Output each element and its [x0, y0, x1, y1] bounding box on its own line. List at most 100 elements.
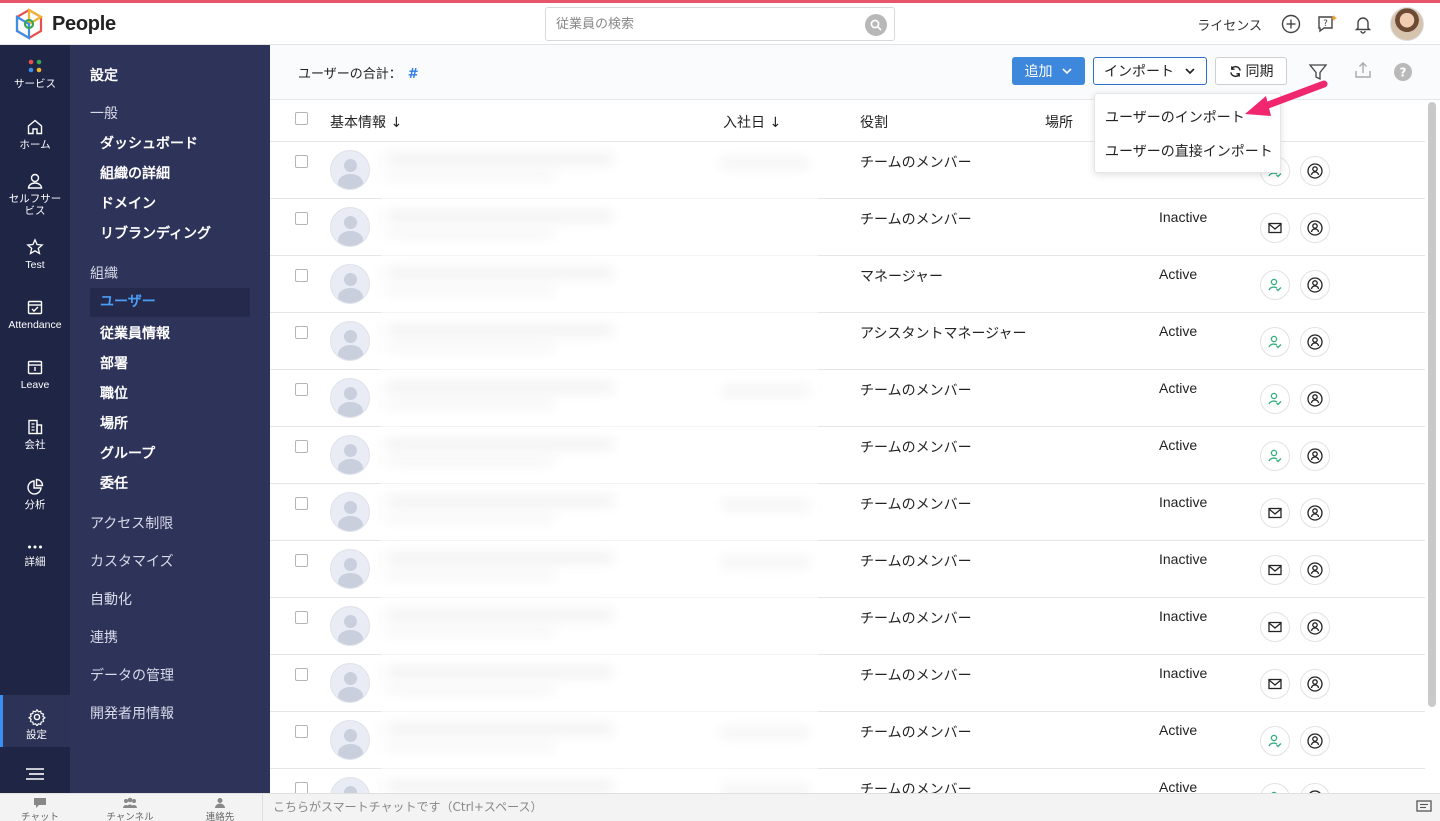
rail-item-attendance[interactable]: Attendance [0, 298, 70, 331]
section-automation[interactable]: 自動化 [90, 589, 132, 609]
row-status: Active [1159, 323, 1198, 339]
rail-item-self-service[interactable]: セルフサービス [0, 172, 70, 217]
notifications-button[interactable] [1352, 13, 1374, 35]
col-role: 役割 [860, 115, 888, 131]
row-checkbox[interactable] [295, 611, 308, 624]
chat-button[interactable]: チャット [20, 797, 60, 821]
contact-icon [215, 798, 225, 808]
row-checkbox[interactable] [295, 725, 308, 738]
row-checkbox[interactable] [295, 554, 308, 567]
user-refresh-icon [1307, 733, 1323, 749]
sidebar-item-domain[interactable]: ドメイン [100, 193, 156, 213]
section-general[interactable]: 一般 [90, 103, 118, 123]
app-logo[interactable]: People [14, 8, 116, 40]
upload-icon [1355, 62, 1371, 78]
user-refresh-icon [1307, 676, 1323, 692]
user-role-button[interactable] [1300, 669, 1330, 699]
user-role-button[interactable] [1300, 612, 1330, 642]
channels-button[interactable]: チャンネル [103, 797, 157, 821]
user-role-button[interactable] [1300, 441, 1330, 471]
rail-item-services[interactable]: サービス [0, 57, 70, 90]
select-all-checkbox[interactable] [295, 112, 308, 125]
section-organization[interactable]: 組織 [90, 263, 118, 283]
col-basic-info[interactable]: 基本情報 ↓ [330, 112, 402, 132]
activate-user-button[interactable] [1260, 726, 1290, 756]
table-scrollbar[interactable] [1428, 102, 1436, 707]
user-role-button[interactable] [1300, 156, 1330, 186]
section-access-restriction[interactable]: アクセス制限 [90, 513, 173, 533]
contacts-button[interactable]: 連絡先 [200, 797, 240, 821]
sidebar-item-delegation[interactable]: 委任 [100, 473, 128, 493]
section-customize[interactable]: カスタマイズ [90, 551, 174, 571]
rail-item-analytics[interactable]: 分析 [0, 478, 70, 511]
help-whats-new-button[interactable]: ? [1316, 13, 1338, 35]
activate-user-button[interactable] [1260, 441, 1290, 471]
col-location: 場所 [1045, 115, 1073, 131]
user-role-button[interactable] [1300, 213, 1330, 243]
user-role-button[interactable] [1300, 555, 1330, 585]
activate-user-button[interactable] [1260, 270, 1290, 300]
rail-item-settings[interactable]: 設定 [0, 695, 70, 747]
help-button[interactable]: ? [1392, 61, 1414, 83]
user-role-button[interactable] [1300, 783, 1330, 793]
send-invite-button[interactable] [1260, 669, 1290, 699]
activate-user-button[interactable] [1260, 327, 1290, 357]
section-developer-info[interactable]: 開発者用情報 [90, 703, 174, 723]
import-button[interactable]: インポート [1093, 57, 1207, 85]
section-integrations[interactable]: 連携 [90, 627, 118, 647]
user-role-button[interactable] [1300, 498, 1330, 528]
row-checkbox[interactable] [295, 212, 308, 225]
user-check-icon [1268, 734, 1282, 748]
menu-item-direct-import-users[interactable]: ユーザーの直接インポート [1105, 141, 1273, 161]
user-role-button[interactable] [1300, 726, 1330, 756]
sidebar-item-org-details[interactable]: 組織の詳細 [100, 163, 170, 183]
row-checkbox[interactable] [295, 497, 308, 510]
rail-item-company[interactable]: 会社 [0, 418, 70, 451]
row-checkbox[interactable] [295, 155, 308, 168]
row-checkbox[interactable] [295, 383, 308, 396]
row-checkbox[interactable] [295, 782, 308, 793]
export-button[interactable] [1352, 59, 1374, 81]
user-role-button[interactable] [1300, 270, 1330, 300]
send-invite-button[interactable] [1260, 555, 1290, 585]
col-join-date[interactable]: 入社日 ↓ [723, 112, 781, 132]
section-data-management[interactable]: データの管理 [90, 665, 174, 685]
user-avatar[interactable] [1390, 7, 1424, 41]
send-invite-button[interactable] [1260, 612, 1290, 642]
sidebar-item-locations[interactable]: 場所 [100, 413, 128, 433]
send-invite-button[interactable] [1260, 498, 1290, 528]
sidebar-item-dashboard[interactable]: ダッシュボード [100, 133, 198, 153]
activate-user-button[interactable] [1260, 783, 1290, 793]
send-invite-button[interactable] [1260, 213, 1290, 243]
sidebar-item-groups[interactable]: グループ [100, 443, 155, 463]
sidebar-item-rebranding[interactable]: リブランディング [100, 223, 211, 243]
rail-item-leave[interactable]: Leave [0, 358, 70, 391]
user-role-button[interactable] [1300, 384, 1330, 414]
menu-item-import-users[interactable]: ユーザーのインポート [1105, 107, 1245, 127]
row-checkbox[interactable] [295, 440, 308, 453]
row-checkbox[interactable] [295, 269, 308, 282]
smart-chat-input[interactable]: こちらがスマートチャットです（Ctrl+スペース） [262, 794, 1402, 821]
search-input[interactable] [546, 8, 846, 40]
row-checkbox[interactable] [295, 668, 308, 681]
collapse-menu-button[interactable] [0, 755, 70, 793]
user-role-button[interactable] [1300, 327, 1330, 357]
chat-window-button[interactable] [1416, 800, 1432, 818]
search-button[interactable] [865, 14, 887, 36]
settings-title: 設定 [90, 68, 118, 84]
rail-item-more[interactable]: 詳細 [0, 541, 70, 568]
search-icon [870, 19, 882, 31]
row-role: チームのメンバー [860, 497, 972, 513]
sidebar-item-users[interactable]: ユーザー [90, 288, 250, 317]
sidebar-item-employee-info[interactable]: 従業員情報 [100, 323, 170, 343]
add-button[interactable]: 追加 [1012, 57, 1085, 85]
add-circle-button[interactable] [1280, 13, 1302, 35]
rail-item-test[interactable]: Test [0, 238, 70, 271]
sidebar-item-departments[interactable]: 部署 [100, 353, 128, 373]
row-checkbox[interactable] [295, 326, 308, 339]
row-status: Inactive [1159, 551, 1208, 567]
rail-item-home[interactable]: ホーム [0, 118, 70, 151]
activate-user-button[interactable] [1260, 384, 1290, 414]
license-link[interactable]: ライセンス [1197, 15, 1262, 34]
sidebar-item-positions[interactable]: 職位 [100, 383, 128, 403]
